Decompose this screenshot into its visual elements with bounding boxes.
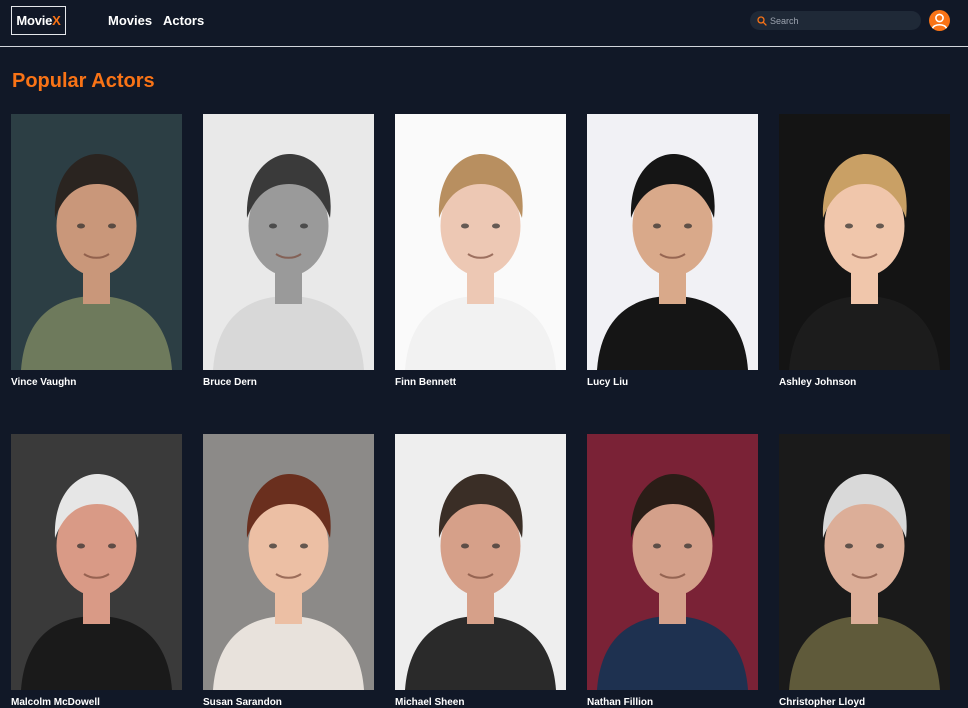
logo-accent: X: [52, 13, 61, 28]
nav-movies[interactable]: Movies: [108, 13, 152, 28]
portrait-image: [11, 114, 182, 370]
actor-name[interactable]: Nathan Fillion: [587, 697, 758, 708]
portrait-image: [587, 434, 758, 690]
actor-name[interactable]: Finn Bennett: [395, 377, 566, 388]
portrait-image: [779, 434, 950, 690]
actor-card[interactable]: Lucy Liu: [587, 114, 758, 388]
portrait-image: [203, 434, 374, 690]
top-navigation-bar: MovieX Movies Actors: [0, 0, 968, 47]
actor-name[interactable]: Lucy Liu: [587, 377, 758, 388]
portrait-image: [395, 114, 566, 370]
portrait-image: [395, 434, 566, 690]
actor-photo[interactable]: [779, 114, 950, 370]
portrait-image: [11, 434, 182, 690]
actor-photo[interactable]: [395, 114, 566, 370]
page-title: Popular Actors: [12, 70, 155, 92]
actor-photo[interactable]: [779, 434, 950, 690]
actor-card[interactable]: Bruce Dern: [203, 114, 374, 388]
search-input[interactable]: [770, 11, 915, 30]
logo-text: Movie: [16, 13, 53, 28]
portrait-image: [779, 114, 950, 370]
actor-card[interactable]: Christopher Lloyd: [779, 434, 950, 708]
actor-photo[interactable]: [587, 434, 758, 690]
actor-name[interactable]: Bruce Dern: [203, 377, 374, 388]
actor-card[interactable]: Finn Bennett: [395, 114, 566, 388]
user-icon: [931, 13, 948, 29]
actor-name[interactable]: Susan Sarandon: [203, 697, 374, 708]
actor-photo[interactable]: [203, 114, 374, 370]
portrait-image: [203, 114, 374, 370]
actor-card[interactable]: Nathan Fillion: [587, 434, 758, 708]
actor-photo[interactable]: [203, 434, 374, 690]
nav-actors[interactable]: Actors: [163, 13, 204, 28]
actor-photo[interactable]: [395, 434, 566, 690]
portrait-image: [587, 114, 758, 370]
logo[interactable]: MovieX: [11, 6, 66, 35]
actor-photo[interactable]: [587, 114, 758, 370]
actor-name[interactable]: Ashley Johnson: [779, 377, 950, 388]
actor-photo[interactable]: [11, 434, 182, 690]
actor-name[interactable]: Michael Sheen: [395, 697, 566, 708]
actor-name[interactable]: Christopher Lloyd: [779, 697, 950, 708]
user-avatar-icon[interactable]: [929, 10, 950, 31]
search-box[interactable]: [750, 11, 921, 30]
actor-name[interactable]: Malcolm McDowell: [11, 697, 182, 708]
actor-card[interactable]: Malcolm McDowell: [11, 434, 182, 708]
actor-card[interactable]: Susan Sarandon: [203, 434, 374, 708]
actor-card[interactable]: Ashley Johnson: [779, 114, 950, 388]
actor-card[interactable]: Michael Sheen: [395, 434, 566, 708]
actor-photo[interactable]: [11, 114, 182, 370]
search-icon: [757, 16, 767, 26]
actor-name[interactable]: Vince Vaughn: [11, 377, 182, 388]
actor-card[interactable]: Vince Vaughn: [11, 114, 182, 388]
